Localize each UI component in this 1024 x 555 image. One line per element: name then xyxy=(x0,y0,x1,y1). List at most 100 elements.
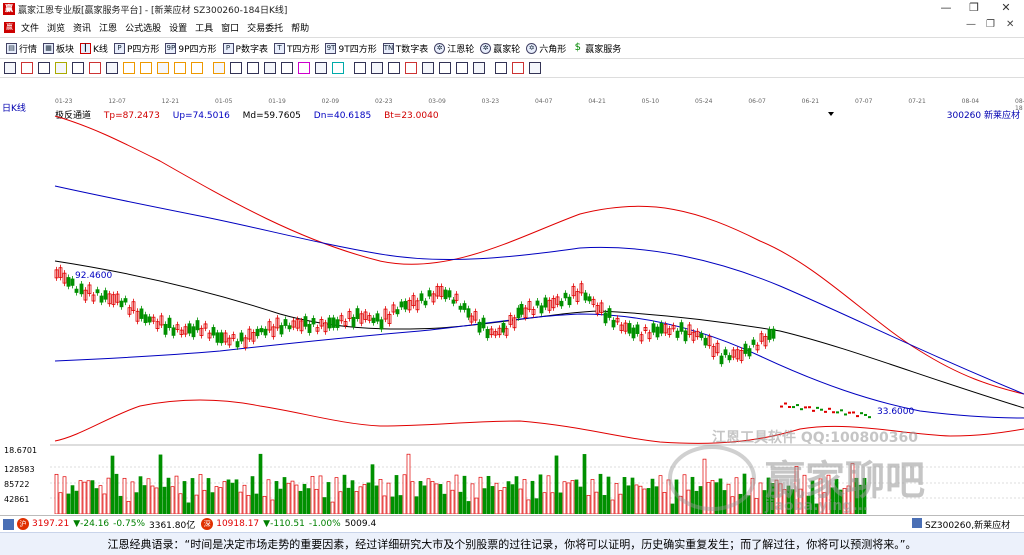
date-tick-label: 06-07 xyxy=(748,98,766,105)
toolbar-9t-square[interactable]: 9T 9T四方形 xyxy=(325,42,377,55)
sz-amount: 5009.4 xyxy=(344,519,377,529)
volume-bar xyxy=(206,478,211,514)
drawing-tool-button[interactable] xyxy=(315,61,327,74)
9t-square-icon: 9T xyxy=(325,42,337,54)
menu-help[interactable]: 帮助 xyxy=(287,21,313,34)
toolbar-t-table[interactable]: TN T数字表 xyxy=(382,42,428,55)
toolbar-sector[interactable]: ▦ 板块 xyxy=(43,42,74,55)
drawing-tool-button[interactable] xyxy=(512,61,524,74)
menu-window[interactable]: 窗口 xyxy=(217,21,243,34)
drawing-tool-button[interactable] xyxy=(123,61,135,74)
drawing-tool-button[interactable] xyxy=(388,61,400,74)
drawing-tool-button[interactable] xyxy=(157,61,169,74)
toolbar-t-square[interactable]: T T四方形 xyxy=(273,42,320,55)
mdi-close-button[interactable]: ✕ xyxy=(1006,19,1014,30)
drawing-tool-button[interactable] xyxy=(247,61,259,74)
toolbar-kline[interactable]: ┃ K线 xyxy=(80,42,108,55)
toolbar-p-square[interactable]: P P四方形 xyxy=(113,42,160,55)
toolbar-p-table[interactable]: P P数字表 xyxy=(222,42,268,55)
drawing-tool-button[interactable] xyxy=(38,61,50,74)
drawing-tool-button[interactable] xyxy=(405,61,417,74)
drawing-tool-button[interactable] xyxy=(529,61,541,74)
toolbar-gann-wheel[interactable]: ✲ 江恩轮 xyxy=(434,42,474,55)
sh-change: ▼-24.16 xyxy=(73,519,110,529)
sh-pct: -0.75% xyxy=(113,519,145,529)
date-tick-label: 04-07 xyxy=(535,98,553,105)
volume-bar xyxy=(566,482,571,514)
menu-gann[interactable]: 江恩 xyxy=(95,21,121,34)
menu-file[interactable]: 文件 xyxy=(17,21,43,34)
menu-browse[interactable]: 浏览 xyxy=(43,21,69,34)
volume-bar xyxy=(498,490,503,514)
mdi-minimize-button[interactable]: — xyxy=(966,19,976,30)
volume-bar xyxy=(302,483,307,514)
drawing-tool-button[interactable] xyxy=(371,61,383,74)
volume-bar xyxy=(514,476,519,514)
toolbar-9p-square[interactable]: 9P 9P四方形 xyxy=(165,42,217,55)
stock-grid-icon[interactable] xyxy=(912,518,922,528)
drawing-tool-button[interactable] xyxy=(332,61,344,74)
mdi-restore-button[interactable]: ❐ xyxy=(986,19,995,30)
volume-bar xyxy=(386,482,391,514)
volume-bar xyxy=(286,482,291,514)
drawing-tool-button[interactable] xyxy=(495,61,507,74)
candle xyxy=(832,411,835,414)
volume-bar xyxy=(430,481,435,514)
drawing-tool-button[interactable] xyxy=(439,61,451,74)
menu-bar: 赢 文件 浏览 资讯 江恩 公式选股 设置 工具 窗口 交易委托 帮助 — ❐ … xyxy=(0,18,1024,36)
volume-bar xyxy=(306,488,311,514)
toolbar-label: 江恩轮 xyxy=(447,44,475,55)
menu-tools[interactable]: 工具 xyxy=(191,21,217,34)
menu-trade[interactable]: 交易委托 xyxy=(243,21,287,34)
date-tick-label: 03-09 xyxy=(428,98,446,105)
drawing-tool-button[interactable] xyxy=(21,61,33,74)
drawing-tool-button[interactable] xyxy=(174,61,186,74)
toolbar-quote[interactable]: ▤ 行情 xyxy=(6,42,37,55)
volume-bar xyxy=(758,482,763,514)
drawing-tool-button[interactable] xyxy=(55,61,67,74)
menu-settings[interactable]: 设置 xyxy=(165,21,191,34)
drawing-tool-button[interactable] xyxy=(422,61,434,74)
volume-bar xyxy=(238,491,243,514)
volume-bar xyxy=(470,483,475,514)
main-toolbar: ▤ 行情 ▦ 板块 ┃ K线 P P四方形 9P 9P四方形 P P数字表 T T四方形 9T… xyxy=(0,37,1024,59)
menu-info[interactable]: 资讯 xyxy=(69,21,95,34)
volume-bar xyxy=(326,482,331,514)
mdi-app-icon: 赢 xyxy=(4,21,15,33)
volume-bar xyxy=(146,478,151,514)
drawing-tool-button[interactable] xyxy=(264,61,276,74)
toolbar-hexagon[interactable]: ✡ 六角形 xyxy=(526,42,566,55)
volume-bar xyxy=(462,475,467,514)
toolbar-winner-wheel[interactable]: ✲ 赢家轮 xyxy=(480,42,520,55)
drawing-tool-button[interactable] xyxy=(140,61,152,74)
volume-bar xyxy=(182,481,187,514)
toolbar-label: P四方形 xyxy=(126,44,160,55)
volume-bar xyxy=(494,482,499,514)
candle xyxy=(812,409,815,412)
drawing-tool-button[interactable] xyxy=(281,61,293,74)
volume-bar xyxy=(630,477,635,514)
drawing-tool-button[interactable] xyxy=(298,61,310,74)
watermark-url: jiaoba.ying... xyxy=(765,498,869,514)
menu-formula[interactable]: 公式选股 xyxy=(121,21,165,34)
drawing-tool-button[interactable] xyxy=(106,61,118,74)
toolbar-service[interactable]: $ 赢家服务 xyxy=(572,42,622,55)
drawing-tool-button[interactable] xyxy=(456,61,468,74)
index-grid-icon[interactable] xyxy=(3,518,14,530)
volume-bar xyxy=(382,495,387,514)
close-button[interactable]: ✕ xyxy=(990,0,1022,18)
drawing-tool-button[interactable] xyxy=(4,61,16,74)
candle xyxy=(820,408,823,411)
drawing-tool-button[interactable] xyxy=(473,61,485,74)
maximize-button[interactable]: ❐ xyxy=(958,0,990,18)
drawing-tool-button[interactable] xyxy=(213,61,225,74)
volume-bar xyxy=(586,495,591,514)
drawing-tool-button[interactable] xyxy=(191,61,203,74)
toolbar-label: T四方形 xyxy=(286,44,320,55)
drawing-tool-button[interactable] xyxy=(354,61,366,74)
drawing-tool-button[interactable] xyxy=(89,61,101,74)
volume-bar xyxy=(358,486,363,514)
volume-bar xyxy=(646,488,651,514)
drawing-tool-button[interactable] xyxy=(230,61,242,74)
drawing-tool-button[interactable] xyxy=(72,61,84,74)
